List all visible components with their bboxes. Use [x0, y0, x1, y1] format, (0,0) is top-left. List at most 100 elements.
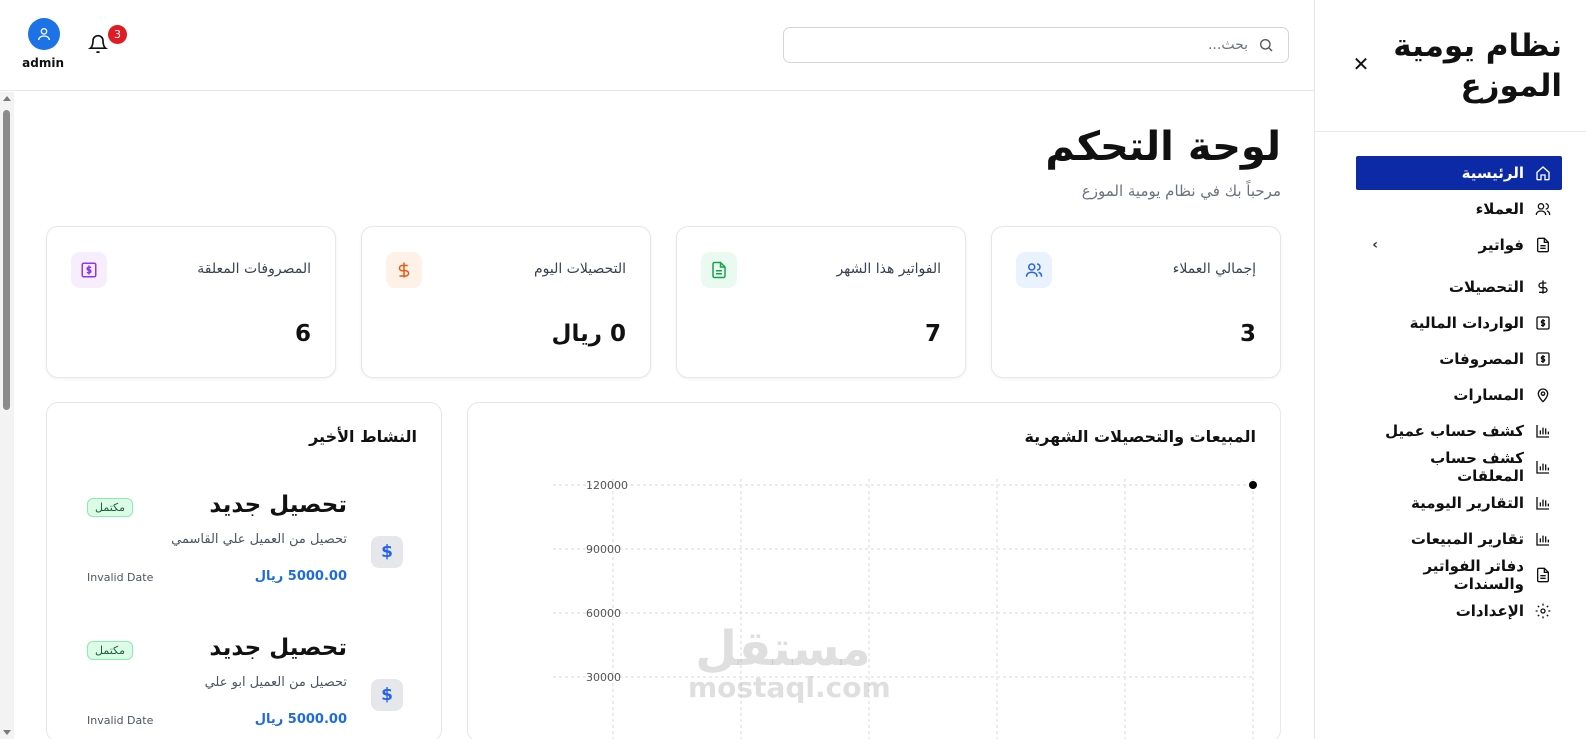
sidebar-item-label: الواردات المالية: [1409, 314, 1524, 332]
user-icon: [38, 28, 50, 41]
top-header: 3 admin: [0, 0, 1314, 91]
activity-item-date: Invalid Date: [87, 571, 154, 584]
stat-value: 3: [1239, 321, 1256, 347]
bar-chart-icon: [1534, 422, 1552, 440]
sidebar-item-label: العملاء: [1475, 200, 1524, 218]
status-badge: مكتمل: [87, 641, 133, 660]
dollar-icon: $: [371, 536, 403, 568]
chart-card: المبيعات والتحصيلات الشهرية 120000 90000 6…: [467, 402, 1281, 739]
data-point: [1249, 481, 1257, 489]
search-box[interactable]: [783, 27, 1289, 63]
sidebar-item-expenses[interactable]: المصروفات: [1356, 342, 1562, 376]
sidebar-item-label: كشف حساب عميل: [1385, 422, 1524, 440]
file-icon: [1534, 566, 1552, 584]
chart-plot: 120000 90000 60000 30000: [553, 479, 1257, 739]
activity-item-description: تحصيل من العميل ابو علي: [204, 675, 347, 690]
sidebar-item-label: المسارات: [1453, 386, 1524, 404]
dollar-icon: [386, 252, 422, 288]
file-icon: [1534, 236, 1552, 254]
sidebar-item-label: الإعدادات: [1455, 602, 1524, 620]
sidebar-item-label: كشف حساب المعلقات: [1430, 449, 1524, 485]
sidebar-item-home[interactable]: الرئيسية: [1356, 156, 1562, 190]
activity-item-amount: 5000.00 ريال: [254, 712, 347, 727]
status-badge: مكتمل: [87, 498, 133, 517]
sidebar-item-invoice-books[interactable]: دفاتر الفواتير والسندات: [1356, 557, 1562, 593]
scroll-down-arrow[interactable]: [3, 730, 11, 735]
stat-value: 7: [924, 321, 941, 347]
sidebar-item-invoices[interactable]: فواتير ›: [1356, 228, 1562, 262]
sidebar-item-routes[interactable]: المسارات: [1356, 378, 1562, 412]
bar-chart-icon: [1534, 458, 1552, 476]
sidebar-header: نظام يومية الموزع ✕: [1315, 0, 1586, 132]
user-menu[interactable]: admin: [22, 18, 64, 70]
stat-value: 0 ريال: [551, 321, 627, 347]
list-item[interactable]: $ تحصيل جديد تحصيل من العميل علي القاسمي…: [47, 492, 441, 612]
sidebar-nav: الرئيسية العملاء فواتير › التحصيلات الوا…: [1356, 156, 1562, 630]
chevron-right-icon[interactable]: ›: [1366, 237, 1378, 253]
scroll-up-arrow[interactable]: [3, 96, 11, 101]
y-tick-label: 30000: [586, 671, 621, 684]
dollar-icon: [1534, 278, 1552, 296]
y-tick-label: 60000: [586, 607, 621, 620]
user-name: admin: [22, 56, 64, 70]
sidebar-item-label: فواتير: [1478, 236, 1524, 254]
file-text-icon: [701, 252, 737, 288]
gear-icon: [1534, 602, 1552, 620]
notification-badge: 3: [108, 25, 127, 44]
money-icon: [1534, 314, 1552, 332]
stat-value: 6: [294, 321, 311, 347]
money-icon: [71, 252, 107, 288]
page-subtitle: مرحباً بك في نظام يومية الموزع: [1081, 182, 1281, 200]
sidebar-item-sales-reports[interactable]: تقارير المبيعات: [1356, 522, 1562, 556]
avatar[interactable]: [28, 18, 60, 50]
sidebar-item-label: التقارير اليومية: [1411, 494, 1524, 512]
sidebar-item-label: المصروفات: [1439, 350, 1524, 368]
sidebar-item-label: الرئيسية: [1461, 164, 1524, 182]
activity-card: النشاط الأخير $ تحصيل جديد تحصيل من العم…: [46, 402, 442, 739]
sidebar-item-settings[interactable]: الإعدادات: [1356, 594, 1562, 628]
stat-label: المصروفات المعلقة: [197, 261, 311, 277]
activity-item-title: تحصيل جديد: [209, 492, 347, 518]
main-scrollbar[interactable]: [0, 92, 14, 739]
activity-item-description: تحصيل من العميل علي القاسمي: [171, 532, 347, 547]
sidebar-item-pending-statement[interactable]: كشف حساب المعلقات: [1356, 449, 1562, 485]
activity-item-date: Invalid Date: [87, 714, 154, 727]
stat-label: إجمالي العملاء: [1172, 261, 1256, 277]
sidebar-item-customer-statement[interactable]: كشف حساب عميل: [1356, 414, 1562, 448]
activity-item-title: تحصيل جديد: [209, 635, 347, 661]
sidebar-item-label: التحصيلات: [1448, 278, 1524, 296]
sidebar-item-collections[interactable]: التحصيلات: [1356, 270, 1562, 304]
page-title: لوحة التحكم: [1045, 124, 1281, 170]
y-tick-label: 120000: [586, 479, 628, 492]
users-icon: [1534, 200, 1552, 218]
activity-title: النشاط الأخير: [309, 427, 417, 446]
sidebar-item-daily-reports[interactable]: التقارير اليومية: [1356, 486, 1562, 520]
bell-icon[interactable]: [87, 34, 109, 54]
dollar-icon: $: [371, 679, 403, 711]
sidebar-item-income[interactable]: الواردات المالية: [1356, 306, 1562, 340]
search-icon: [1258, 37, 1274, 53]
stat-label: التحصيلات اليوم: [533, 261, 626, 277]
bar-chart-icon: [1534, 530, 1552, 548]
users-icon: [1016, 252, 1052, 288]
stat-label: الفواتير هذا الشهر: [836, 261, 941, 277]
stat-card-total-customers: إجمالي العملاء 3: [991, 226, 1281, 378]
sidebar-item-customers[interactable]: العملاء: [1356, 192, 1562, 226]
money-icon: [1534, 350, 1552, 368]
map-pin-icon: [1534, 386, 1552, 404]
bar-chart-icon: [1534, 494, 1552, 512]
app-title: نظام يومية الموزع: [1393, 28, 1562, 105]
stat-card-collections-today: التحصيلات اليوم 0 ريال: [361, 226, 651, 378]
sidebar-item-label: تقارير المبيعات: [1410, 530, 1524, 548]
stat-card-pending-expenses: المصروفات المعلقة 6: [46, 226, 336, 378]
y-tick-label: 90000: [586, 543, 621, 556]
close-icon[interactable]: ✕: [1351, 54, 1371, 74]
search-input[interactable]: [784, 28, 1288, 62]
activity-item-amount: 5000.00 ريال: [254, 569, 347, 584]
sidebar: نظام يومية الموزع ✕ الرئيسية العملاء فوا…: [1314, 0, 1586, 739]
scroll-thumb[interactable]: [3, 110, 10, 410]
sidebar-item-label: دفاتر الفواتير والسندات: [1423, 557, 1524, 593]
list-item[interactable]: $ تحصيل جديد تحصيل من العميل ابو علي 500…: [47, 635, 441, 739]
home-icon: [1534, 164, 1552, 182]
stat-card-invoices-month: الفواتير هذا الشهر 7: [676, 226, 966, 378]
